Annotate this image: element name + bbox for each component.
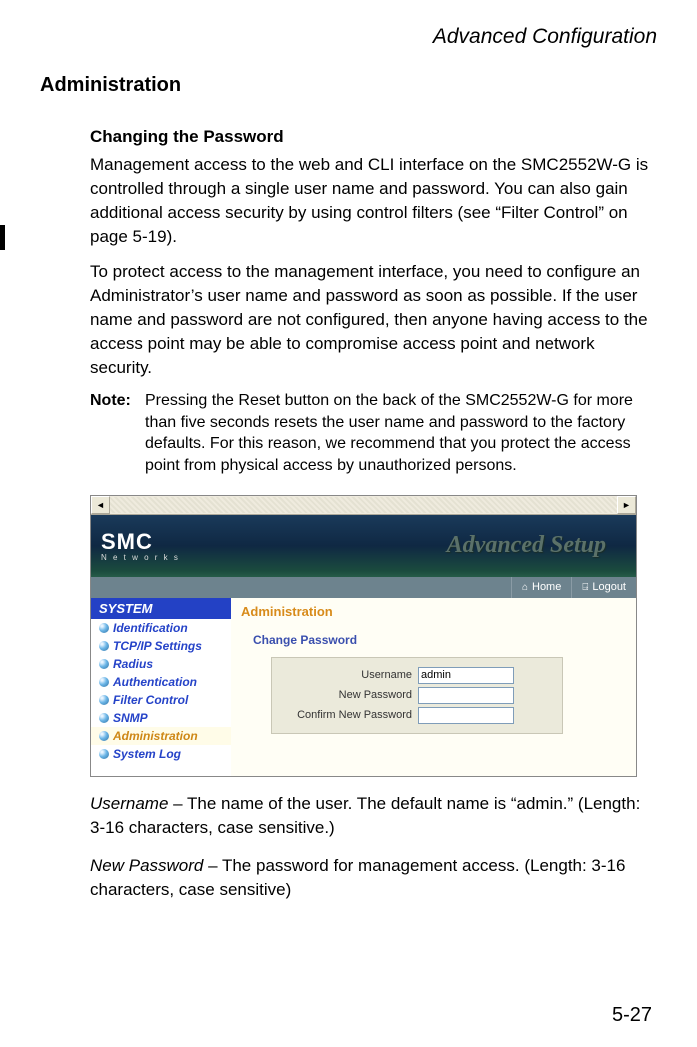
new-password-label: New Password	[282, 689, 418, 701]
change-password-label: Change Password	[253, 633, 626, 647]
logo-text: SMC	[101, 529, 180, 555]
logout-label: Logout	[592, 581, 626, 593]
username-label: Username	[282, 669, 418, 681]
definition-new-password: New Password – The password for manageme…	[90, 854, 657, 902]
change-bar	[0, 225, 5, 250]
def-newpw-term: New Password	[90, 856, 203, 875]
logout-button[interactable]: ⍈ Logout	[571, 577, 636, 598]
sidebar-item-authentication[interactable]: Authentication	[91, 673, 231, 691]
bullet-icon	[99, 713, 109, 723]
logo-subtext: N e t w o r k s	[101, 553, 180, 562]
logout-icon: ⍈	[582, 582, 588, 593]
sidebar: SYSTEM Identification TCP/IP Settings Ra…	[91, 598, 231, 777]
ui-screenshot: ◄ ► SMC N e t w o r k s Advanced Setup ⌂…	[90, 495, 637, 777]
confirm-password-label: Confirm New Password	[282, 709, 418, 721]
bullet-icon	[99, 749, 109, 759]
sidebar-item-label: Filter Control	[113, 693, 188, 707]
sidebar-item-filter-control[interactable]: Filter Control	[91, 691, 231, 709]
sidebar-item-label: Administration	[113, 729, 198, 743]
username-input[interactable]	[418, 667, 514, 684]
note-label: Note:	[90, 390, 145, 476]
scroll-track[interactable]	[110, 497, 617, 513]
home-button[interactable]: ⌂ Home	[511, 577, 571, 598]
bullet-icon	[99, 659, 109, 669]
sub-heading: Changing the Password	[90, 127, 657, 147]
def-username-term: Username	[90, 794, 168, 813]
sidebar-item-label: System Log	[113, 747, 181, 761]
home-icon: ⌂	[522, 582, 528, 593]
sidebar-item-administration[interactable]: Administration	[91, 727, 231, 745]
sidebar-item-label: SNMP	[113, 711, 148, 725]
bullet-icon	[99, 731, 109, 741]
sidebar-item-identification[interactable]: Identification	[91, 619, 231, 637]
paragraph-1: Management access to the web and CLI int…	[90, 153, 657, 250]
def-username-body: – The name of the user. The default name…	[90, 794, 640, 837]
sidebar-item-radius[interactable]: Radius	[91, 655, 231, 673]
section-heading: Administration	[40, 74, 657, 97]
bullet-icon	[99, 677, 109, 687]
password-form: Username New Password Confirm New Passwo…	[271, 657, 563, 734]
sidebar-item-snmp[interactable]: SNMP	[91, 709, 231, 727]
scroll-left-icon[interactable]: ◄	[91, 496, 110, 514]
page-number: 5-27	[612, 1004, 652, 1027]
definition-username: Username – The name of the user. The def…	[90, 792, 657, 840]
sidebar-header: SYSTEM	[91, 598, 231, 619]
main-title: Administration	[241, 604, 626, 619]
bullet-icon	[99, 695, 109, 705]
banner: SMC N e t w o r k s Advanced Setup	[91, 515, 636, 577]
sidebar-item-label: TCP/IP Settings	[113, 639, 202, 653]
main-panel: Administration Change Password Username …	[231, 598, 636, 777]
horizontal-scrollbar[interactable]: ◄ ►	[91, 496, 636, 515]
scroll-right-icon[interactable]: ►	[617, 496, 636, 514]
confirm-password-input[interactable]	[418, 707, 514, 724]
chapter-title: Advanced Configuration	[50, 25, 657, 49]
sidebar-item-label: Identification	[113, 621, 188, 635]
paragraph-2: To protect access to the management inte…	[90, 260, 657, 381]
note-block: Note: Pressing the Reset button on the b…	[90, 390, 657, 476]
smc-logo: SMC N e t w o r k s	[101, 529, 180, 562]
toolbar: ⌂ Home ⍈ Logout	[91, 577, 636, 598]
sidebar-item-tcpip[interactable]: TCP/IP Settings	[91, 637, 231, 655]
note-body: Pressing the Reset button on the back of…	[145, 390, 657, 476]
sidebar-item-system-log[interactable]: System Log	[91, 745, 231, 763]
bullet-icon	[99, 641, 109, 651]
new-password-input[interactable]	[418, 687, 514, 704]
banner-title: Advanced Setup	[447, 532, 606, 559]
sidebar-item-label: Radius	[113, 657, 153, 671]
bullet-icon	[99, 623, 109, 633]
sidebar-item-label: Authentication	[113, 675, 197, 689]
home-label: Home	[532, 581, 561, 593]
